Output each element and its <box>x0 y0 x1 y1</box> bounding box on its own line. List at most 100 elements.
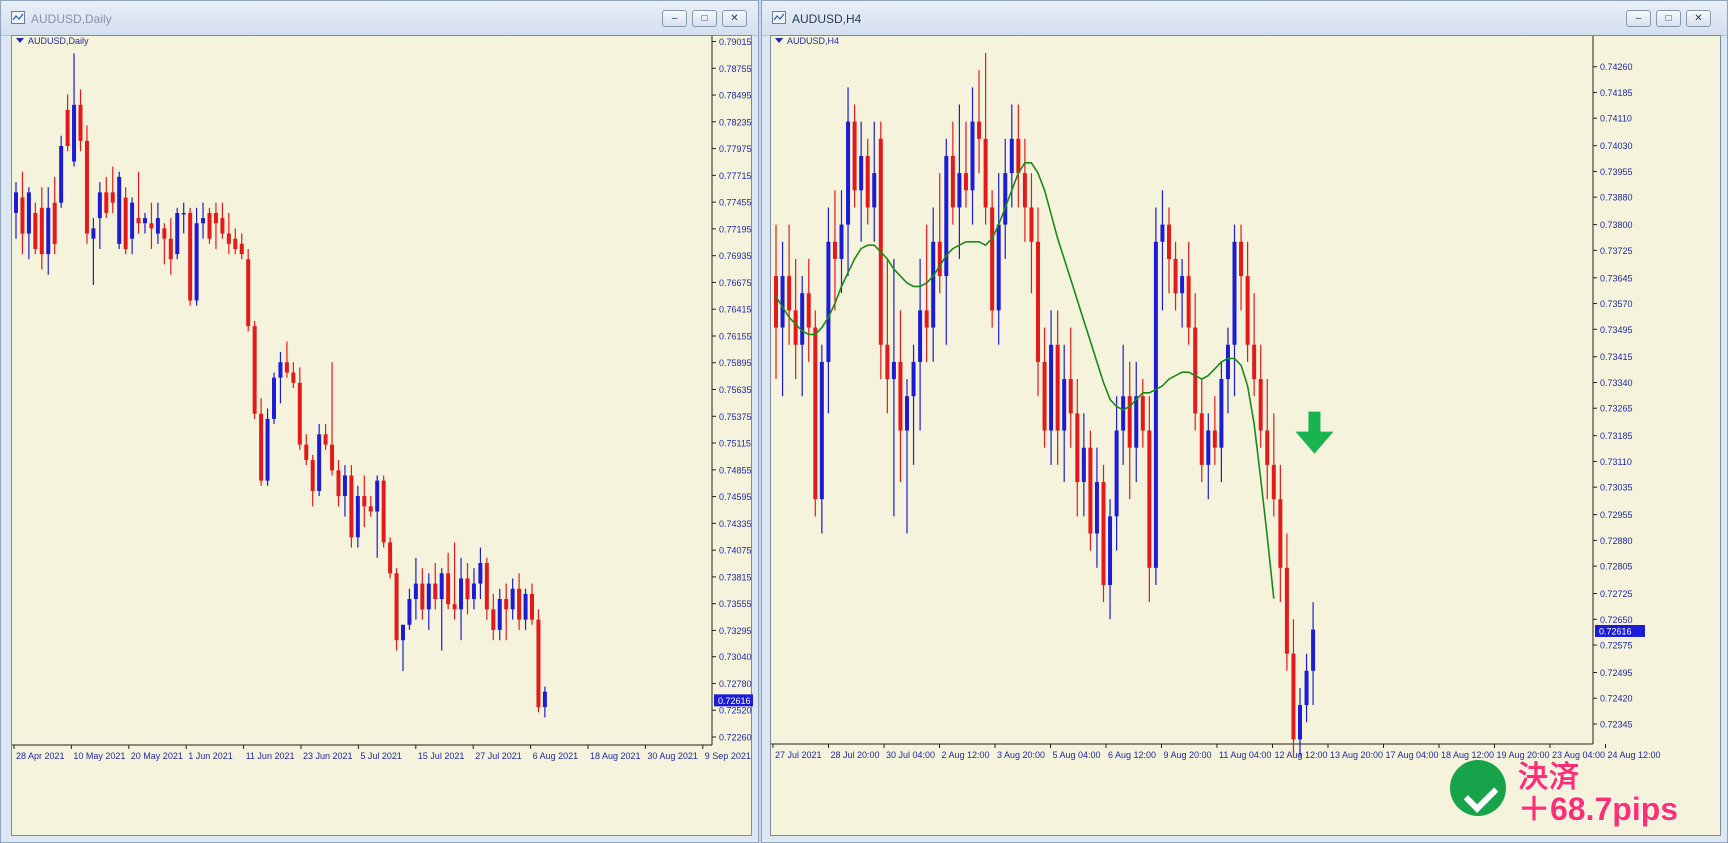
x-tick-label: 30 Jul 04:00 <box>886 750 935 760</box>
x-tick-label: 3 Aug 20:00 <box>997 750 1045 760</box>
candle-body <box>368 506 373 512</box>
candle-body <box>97 192 102 219</box>
h4-chart-area[interactable]: AUDUSD,H4 0.74260 0.74185 0.74110 0.74030 0.… <box>770 35 1721 836</box>
result-badge: 決済 ＋68.7pips <box>1450 750 1720 838</box>
candle-body <box>1173 258 1178 294</box>
candle-body <box>362 496 367 507</box>
candle-body <box>530 593 534 620</box>
restore-button[interactable]: □ <box>692 10 717 27</box>
candle-body <box>957 173 962 208</box>
candle-body <box>478 563 483 584</box>
candle-body <box>117 176 122 244</box>
candle-body <box>1265 430 1270 465</box>
candle-body <box>33 212 38 249</box>
candle-body <box>1232 241 1237 345</box>
y-tick-label: 0.72345 <box>1600 719 1633 729</box>
candle-body <box>317 434 322 491</box>
y-tick-label: 0.76935 <box>719 251 752 261</box>
candle-body <box>1278 499 1283 568</box>
close-button[interactable]: ✕ <box>1686 10 1711 27</box>
down-arrow-icon <box>1295 411 1334 454</box>
h4-titlebar[interactable]: AUDUSD,H4 – □ ✕ <box>762 1 1727 36</box>
y-tick-label: 0.74110 <box>1600 114 1632 124</box>
candle-body <box>911 361 916 397</box>
symbol-label[interactable]: AUDUSD,Daily <box>16 36 89 46</box>
y-tick-label: 0.73725 <box>1600 246 1633 256</box>
candle-body <box>213 212 218 224</box>
candle-body <box>1206 430 1211 465</box>
candle-body <box>510 588 515 610</box>
candle-body <box>143 218 147 224</box>
candle-body <box>1003 173 1008 225</box>
chart-window-icon <box>772 11 786 24</box>
window-title: AUDUSD,Daily <box>31 12 112 26</box>
candle-body <box>59 146 64 203</box>
x-tick-label: 9 Aug 20:00 <box>1164 750 1212 760</box>
candle-body <box>26 192 31 234</box>
candle-body <box>1075 413 1080 483</box>
minimize-button[interactable]: – <box>662 10 687 27</box>
candle-body <box>931 241 936 328</box>
y-tick-label: 0.74185 <box>1600 88 1633 98</box>
y-tick-label: 0.73415 <box>1600 352 1633 362</box>
candle-body <box>813 327 818 500</box>
candle-body <box>297 382 302 445</box>
candle-body <box>819 361 824 500</box>
candle-body <box>104 192 109 213</box>
y-tick-label: 0.72780 <box>719 679 752 689</box>
candle-body <box>388 542 393 574</box>
y-tick-label: 0.72805 <box>1600 562 1633 572</box>
current-price-label: 0.72616 <box>718 696 751 706</box>
x-tick-label: 2 Aug 12:00 <box>942 750 990 760</box>
x-tick-label: 20 May 2021 <box>131 751 183 761</box>
candle-body <box>330 444 335 471</box>
candle-body <box>78 104 83 141</box>
candle-body <box>446 573 451 605</box>
daily-chart-area[interactable]: AUDUSD,Daily 0.79015 0.78755 0.78495 0.7823… <box>11 35 753 836</box>
minimize-button[interactable]: – <box>1626 10 1651 27</box>
candle-body <box>1094 482 1099 534</box>
y-tick-label: 0.73110 <box>1600 457 1632 467</box>
candle-body <box>1147 430 1152 568</box>
y-tick-label: 0.74260 <box>1600 62 1633 72</box>
candle-body <box>1121 396 1126 431</box>
x-tick-label: 27 Jul 2021 <box>475 751 522 761</box>
candle-body <box>1108 516 1113 585</box>
candle-body <box>194 223 199 301</box>
y-tick-label: 0.74030 <box>1600 141 1633 151</box>
y-tick-label: 0.77975 <box>719 144 752 154</box>
candle-body <box>252 326 257 414</box>
candle-body <box>1153 241 1158 568</box>
candle-body <box>459 578 464 610</box>
pips-result: ＋68.7pips <box>1517 790 1679 828</box>
candle-body <box>1101 482 1106 585</box>
candle-body <box>84 140 89 234</box>
x-tick-label: 11 Aug 04:00 <box>1219 750 1271 760</box>
candle-body <box>226 233 231 244</box>
y-tick-label: 0.73295 <box>719 626 752 636</box>
h4-chart-window: AUDUSD,H4 – □ ✕ AUDUSD,H4 0.74260 0.74185… <box>761 0 1728 843</box>
candle-body <box>977 121 982 139</box>
x-tick-label: 28 Apr 2021 <box>16 751 65 761</box>
dropdown-icon <box>775 38 783 43</box>
candle-body <box>1022 173 1027 208</box>
candle-body <box>839 224 844 259</box>
symbol-label[interactable]: AUDUSD,H4 <box>775 36 839 46</box>
restore-button[interactable]: □ <box>1656 10 1681 27</box>
candle-body <box>996 224 1001 311</box>
candle-body <box>265 418 270 481</box>
candle-body <box>420 583 425 610</box>
x-tick-label: 5 Aug 04:00 <box>1053 750 1101 760</box>
x-tick-label: 5 Jul 2021 <box>360 751 402 761</box>
y-tick-label: 0.77715 <box>719 171 752 181</box>
candle-body <box>542 691 547 708</box>
y-tick-label: 0.73340 <box>1600 378 1633 388</box>
candle-body <box>175 212 180 255</box>
y-tick-label: 0.73265 <box>1600 404 1633 414</box>
y-tick-label: 0.72725 <box>1600 589 1633 599</box>
current-price-label: 0.72616 <box>1599 626 1632 636</box>
candle-body <box>136 218 141 224</box>
candle-body <box>1258 379 1263 431</box>
daily-titlebar[interactable]: AUDUSD,Daily – □ ✕ <box>1 1 758 36</box>
close-button[interactable]: ✕ <box>722 10 747 27</box>
